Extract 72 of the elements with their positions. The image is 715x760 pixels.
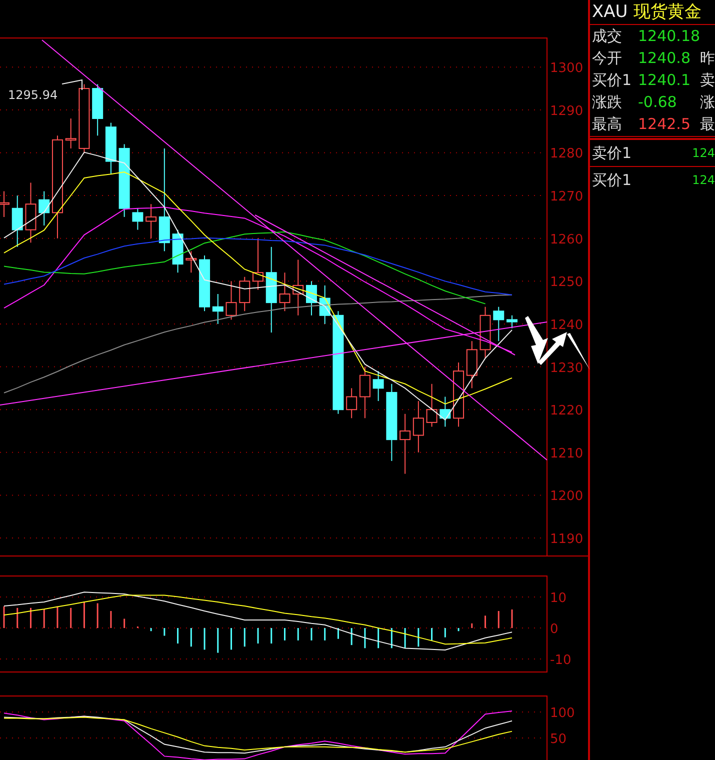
field-label: 卖价1 [592, 143, 632, 164]
instrument-name: 现货黄金 [634, 2, 702, 22]
field-value: 1240.8 [638, 48, 692, 69]
field-value: 124 [692, 172, 715, 189]
axis-label: 100 [550, 706, 575, 722]
axis-label: 1190 [550, 532, 584, 548]
candlestick [292, 259, 304, 316]
candlestick [172, 229, 184, 274]
candlestick [440, 396, 451, 428]
axis-label: 1290 [550, 104, 584, 119]
field-value: 1240.18 [638, 26, 700, 47]
axis-label: 1220 [550, 404, 584, 419]
axis-label: 1240 [550, 318, 584, 333]
candlestick [12, 195, 23, 248]
candlestick [359, 366, 370, 419]
axis-label: 1210 [550, 446, 584, 462]
candlestick [306, 280, 317, 316]
candlestick [65, 118, 76, 149]
field-label: 买价1 [592, 70, 633, 91]
candlestick [372, 370, 384, 402]
field-value: 1240.1 [638, 70, 692, 91]
candlestick [412, 400, 424, 453]
candlestick [199, 254, 210, 312]
candlestick [0, 190, 10, 218]
field-label: 涨跌 [592, 92, 623, 113]
field-value: 1242.5 [638, 114, 692, 135]
candlestick [453, 362, 464, 428]
candlestick [480, 306, 491, 359]
candlestick [239, 276, 250, 312]
candlestick [426, 383, 438, 428]
candlestick [38, 190, 50, 226]
field-value: -0.68 [638, 92, 678, 113]
field-label: 最 [700, 114, 715, 135]
candlestick [186, 250, 197, 274]
leader-line [62, 79, 82, 90]
symbol-code: XAU [592, 2, 628, 22]
axis-label: 1250 [550, 275, 584, 290]
candlestick [400, 413, 411, 474]
field-label: 最高 [592, 114, 623, 135]
candlestick [226, 280, 237, 320]
field-value: 124 [692, 145, 715, 162]
candlestick [346, 388, 358, 419]
candlestick [252, 238, 264, 290]
axis-label: 1270 [550, 190, 584, 205]
axis-label: 0 [550, 622, 558, 638]
axis-label: -10 [550, 653, 572, 668]
candlestick [25, 182, 36, 244]
axis-label: 1200 [550, 489, 584, 504]
axis-label: 50 [550, 732, 567, 748]
candlestick [78, 84, 90, 154]
high-price-label: 1295.94 [8, 88, 58, 102]
candlestick [132, 208, 144, 230]
axis-label: 1260 [550, 232, 584, 248]
candlestick [212, 294, 224, 324]
axis-label: 1230 [550, 360, 584, 376]
field-label: 今开 [592, 48, 623, 69]
candlestick [506, 314, 518, 329]
candlestick [279, 272, 290, 312]
candlestick [319, 284, 330, 324]
axis-label: 1300 [550, 61, 584, 76]
candlestick [105, 122, 116, 175]
candlestick [493, 306, 504, 342]
candlestick [92, 84, 104, 136]
field-label: 昨 [700, 48, 715, 69]
axis-label: 10 [550, 591, 567, 606]
axis-label: 1280 [550, 146, 584, 162]
field-label: 涨 [700, 92, 715, 113]
field-label: 卖 [700, 70, 715, 91]
field-label: 成交 [592, 26, 623, 47]
candlestick [466, 340, 478, 389]
field-label: 买价1 [592, 170, 632, 191]
candlestick [146, 204, 157, 239]
